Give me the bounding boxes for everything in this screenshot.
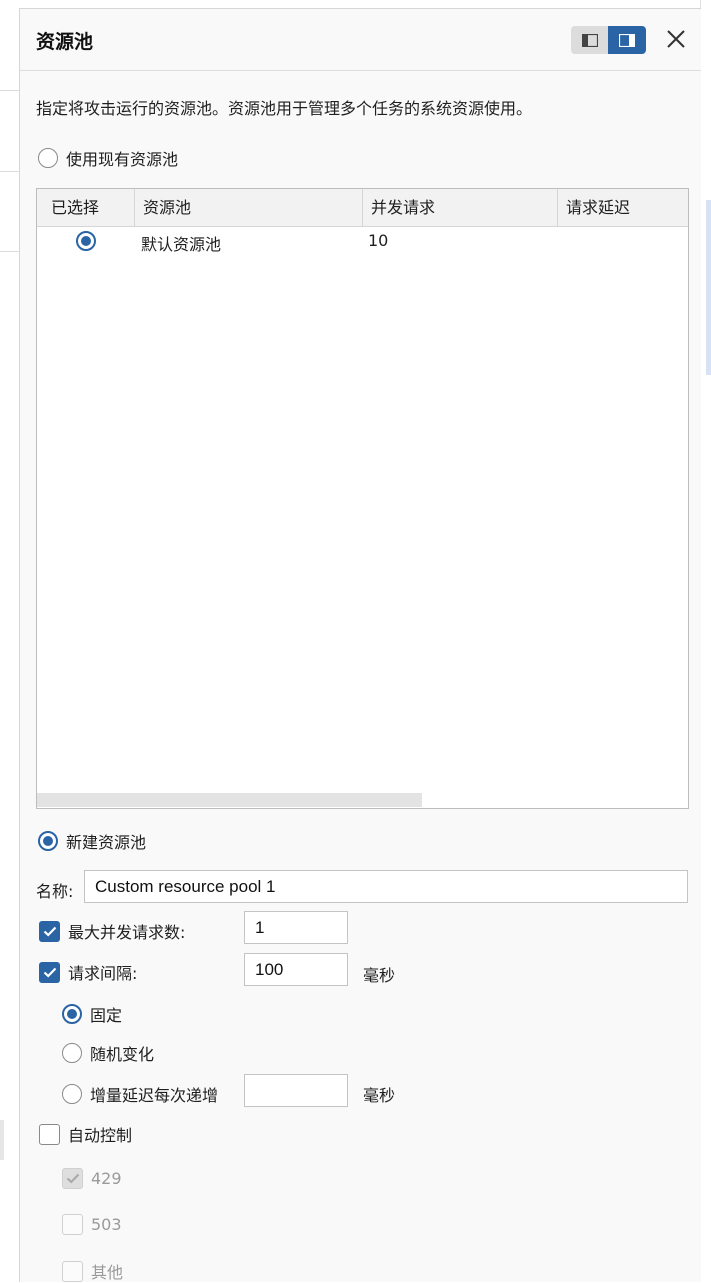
auto-control-checkbox[interactable] bbox=[39, 1123, 60, 1145]
checkmark-icon bbox=[43, 926, 56, 937]
code-other-checkbox[interactable] bbox=[62, 1260, 83, 1282]
background-left bbox=[0, 0, 20, 1281]
panel-description: 指定将攻击运行的资源池。资源池用于管理多个任务的系统资源使用。 bbox=[36, 99, 533, 118]
increment-input[interactable] bbox=[244, 1074, 348, 1107]
max-concurrent-input[interactable]: 1 bbox=[244, 911, 348, 944]
name-label: 名称: bbox=[36, 882, 74, 901]
checkmark-icon bbox=[43, 967, 56, 978]
background-right bbox=[700, 0, 711, 1281]
increment-radio[interactable] bbox=[62, 1084, 82, 1104]
auto-control-option[interactable]: 自动控制 bbox=[39, 1122, 132, 1146]
pool-name-input[interactable]: Custom resource pool 1 bbox=[84, 870, 688, 903]
max-concurrent-checkbox[interactable] bbox=[39, 920, 60, 942]
column-header-delay[interactable]: 请求延迟 bbox=[558, 189, 688, 226]
table-header: 已选择 资源池 并发请求 请求延迟 bbox=[37, 189, 688, 227]
use-existing-label: 使用现有资源池 bbox=[66, 150, 179, 169]
background-marker bbox=[0, 1120, 4, 1160]
increment-unit: 毫秒 bbox=[363, 1086, 396, 1105]
horizontal-scrollbar[interactable] bbox=[37, 793, 422, 807]
interval-option[interactable]: 请求间隔: bbox=[39, 960, 137, 984]
auto-control-label: 自动控制 bbox=[68, 1126, 133, 1145]
dock-right-button[interactable] bbox=[608, 26, 646, 54]
background-divider bbox=[0, 171, 20, 172]
new-pool-label: 新建资源池 bbox=[66, 833, 147, 852]
max-concurrent-label: 最大并发请求数: bbox=[68, 923, 186, 942]
use-existing-radio[interactable] bbox=[38, 148, 58, 168]
background-highlight bbox=[706, 200, 711, 375]
interval-input[interactable]: 100 bbox=[244, 953, 348, 986]
use-existing-pool-option[interactable]: 使用现有资源池 bbox=[38, 146, 178, 170]
column-header-concurrent[interactable]: 并发请求 bbox=[363, 189, 558, 226]
close-icon bbox=[667, 30, 685, 48]
dock-left-icon bbox=[581, 33, 598, 47]
new-pool-radio[interactable] bbox=[38, 831, 58, 851]
panel-header: 资源池 bbox=[20, 9, 701, 71]
code-other-label: 其他 bbox=[91, 1263, 124, 1282]
random-label: 随机变化 bbox=[90, 1045, 155, 1064]
new-pool-option[interactable]: 新建资源池 bbox=[38, 829, 146, 853]
code-503-checkbox[interactable] bbox=[62, 1214, 83, 1235]
interval-unit: 毫秒 bbox=[363, 966, 396, 985]
table-row[interactable]: 默认资源池 10 bbox=[37, 227, 688, 257]
increment-label: 增量延迟每次递增 bbox=[90, 1086, 219, 1105]
fixed-radio[interactable] bbox=[62, 1004, 82, 1024]
dock-left-button[interactable] bbox=[571, 26, 608, 54]
background-divider bbox=[0, 90, 20, 91]
resource-pool-table: 已选择 资源池 并发请求 请求延迟 默认资源池 10 bbox=[36, 188, 689, 809]
code-429-checkbox[interactable] bbox=[62, 1168, 83, 1189]
interval-label: 请求间隔: bbox=[68, 964, 138, 983]
max-concurrent-option[interactable]: 最大并发请求数: bbox=[39, 919, 185, 943]
auto-code-503[interactable]: 503 bbox=[62, 1214, 122, 1235]
row-pool-name: 默认资源池 bbox=[141, 235, 222, 254]
dock-right-icon bbox=[619, 33, 635, 47]
interval-mode-random[interactable]: 随机变化 bbox=[62, 1041, 154, 1065]
interval-mode-increment[interactable]: 增量延迟每次递增 bbox=[62, 1082, 218, 1106]
panel-title: 资源池 bbox=[36, 31, 94, 53]
interval-checkbox[interactable] bbox=[39, 961, 60, 983]
background-divider bbox=[0, 251, 20, 252]
close-button[interactable] bbox=[662, 25, 690, 53]
layout-toggle bbox=[571, 26, 646, 54]
row-select-radio[interactable] bbox=[76, 231, 96, 251]
interval-mode-fixed[interactable]: 固定 bbox=[62, 1002, 122, 1026]
row-concurrent: 10 bbox=[368, 231, 389, 250]
column-header-selected[interactable]: 已选择 bbox=[37, 189, 135, 226]
code-503-label: 503 bbox=[91, 1215, 122, 1234]
column-header-pool[interactable]: 资源池 bbox=[135, 189, 363, 226]
random-radio[interactable] bbox=[62, 1043, 82, 1063]
auto-code-429[interactable]: 429 bbox=[62, 1168, 122, 1189]
resource-pool-panel: 资源池 指定将攻击运行的资源池。资源池用于管理多个任务的系统资源使用。 使用现有… bbox=[19, 8, 701, 1282]
code-429-label: 429 bbox=[91, 1169, 122, 1188]
auto-code-other[interactable]: 其他 bbox=[62, 1259, 123, 1283]
checkmark-icon bbox=[66, 1173, 79, 1184]
fixed-label: 固定 bbox=[90, 1006, 123, 1025]
